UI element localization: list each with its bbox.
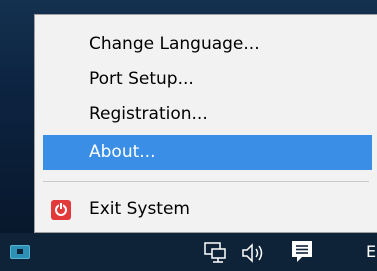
menu-item-label: Exit System bbox=[89, 199, 190, 219]
menu-separator bbox=[43, 181, 369, 182]
taskbar: EN bbox=[0, 233, 377, 271]
action-center-icon[interactable] bbox=[289, 239, 315, 265]
menu-item-registration[interactable]: Registration... bbox=[43, 97, 377, 132]
menu-item-change-language[interactable]: Change Language... bbox=[43, 27, 377, 62]
app-tray-icon[interactable] bbox=[10, 245, 30, 259]
language-indicator[interactable]: EN bbox=[366, 242, 377, 261]
menu-item-label: Port Setup... bbox=[89, 69, 194, 89]
menu-item-label: Change Language... bbox=[89, 34, 260, 54]
menu-item-about[interactable]: About... bbox=[43, 135, 372, 170]
menu-item-port-setup[interactable]: Port Setup... bbox=[43, 62, 377, 97]
context-menu: Change Language... Port Setup... Registr… bbox=[34, 14, 377, 233]
network-icon[interactable] bbox=[203, 242, 227, 264]
menu-item-label: About... bbox=[89, 142, 156, 162]
power-icon bbox=[51, 200, 71, 220]
volume-icon[interactable] bbox=[240, 242, 268, 264]
menu-item-exit-system[interactable]: Exit System bbox=[43, 192, 377, 227]
menu-item-label: Registration... bbox=[89, 104, 208, 124]
